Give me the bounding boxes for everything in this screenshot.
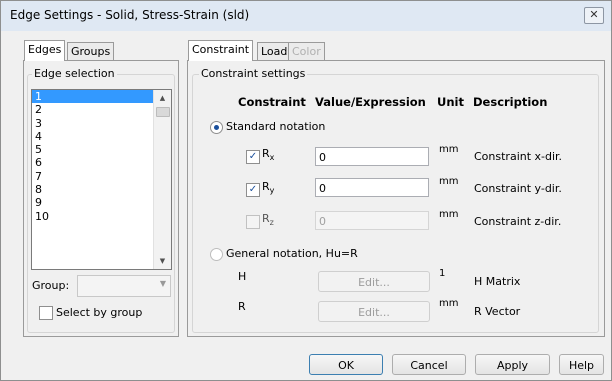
edge-selection-list[interactable]: 1 2 3 4 5 6 7 8 9 10 ▲ ▼	[31, 89, 172, 270]
h-matrix-name: H	[238, 270, 247, 283]
tab-color: Color	[288, 42, 325, 60]
constraint-settings-group	[192, 74, 599, 333]
rz-value-input: 0	[315, 211, 429, 230]
header-constraint: Constraint	[238, 95, 306, 109]
header-description: Description	[473, 95, 548, 109]
list-item[interactable]: 10	[32, 210, 171, 223]
ry-value-input[interactable]: 0	[315, 178, 429, 197]
rz-description: Constraint z-dir.	[474, 215, 562, 228]
close-button[interactable]: ✕	[584, 7, 604, 24]
general-notation-label: General notation, Hu=R	[226, 247, 358, 260]
scroll-down-icon[interactable]: ▼	[154, 253, 171, 269]
ok-button[interactable]: OK	[309, 354, 383, 375]
list-item[interactable]: 7	[32, 170, 171, 183]
tab-load[interactable]: Load	[257, 42, 292, 60]
close-icon: ✕	[589, 8, 599, 21]
list-item[interactable]: 5	[32, 143, 171, 156]
rx-label: Rx	[262, 147, 275, 162]
list-item[interactable]: 3	[32, 117, 171, 130]
h-unit: 1	[439, 268, 446, 279]
vertical-scrollbar[interactable]: ▲ ▼	[153, 90, 171, 269]
list-item[interactable]: 1	[32, 90, 171, 104]
edge-settings-dialog: Edge Settings - Solid, Stress-Strain (sl…	[0, 0, 612, 381]
rx-unit: mm	[439, 144, 459, 155]
help-button[interactable]: Help	[559, 354, 604, 375]
group-label: Group:	[32, 279, 70, 292]
rz-unit: mm	[439, 209, 459, 220]
window-title: Edge Settings - Solid, Stress-Strain (sl…	[10, 8, 250, 22]
chevron-down-icon: ▼	[159, 279, 166, 288]
constraint-settings-legend: Constraint settings	[199, 67, 308, 80]
check-icon: ✓	[248, 151, 258, 162]
scroll-thumb[interactable]	[156, 107, 170, 117]
tab-edges[interactable]: Edges	[24, 40, 66, 61]
h-description: H Matrix	[474, 275, 521, 288]
list-item[interactable]: 4	[32, 130, 171, 143]
rx-description: Constraint x-dir.	[474, 150, 563, 163]
list-item[interactable]: 9	[32, 196, 171, 209]
list-item[interactable]: 6	[32, 156, 171, 169]
rx-value-input[interactable]: 0	[315, 147, 429, 166]
select-by-group-checkbox[interactable]	[39, 306, 53, 320]
ry-label: Ry	[262, 180, 275, 195]
rz-checkbox[interactable]	[246, 215, 260, 229]
tab-groups[interactable]: Groups	[67, 42, 115, 60]
radio-selected-dot	[214, 125, 219, 130]
edge-selection-legend: Edge selection	[32, 67, 117, 80]
cancel-button[interactable]: Cancel	[392, 354, 466, 375]
r-vector-name: R	[238, 300, 246, 313]
header-value: Value/Expression	[315, 95, 426, 109]
ry-unit: mm	[439, 176, 459, 187]
r-description: R Vector	[474, 305, 521, 318]
right-tab-strip: Constraint Load Color	[188, 40, 348, 61]
rx-checkbox[interactable]: ✓	[246, 150, 260, 164]
rz-label: Rz	[262, 212, 274, 227]
scroll-up-icon[interactable]: ▲	[154, 90, 171, 106]
apply-button[interactable]: Apply	[475, 354, 550, 375]
list-item[interactable]: 8	[32, 183, 171, 196]
r-unit: mm	[439, 298, 459, 309]
left-tab-strip: Edges Groups	[24, 40, 174, 61]
standard-notation-label: Standard notation	[226, 120, 326, 133]
list-item[interactable]: 2	[32, 103, 171, 116]
title-bar: Edge Settings - Solid, Stress-Strain (sl…	[1, 1, 611, 31]
standard-notation-radio[interactable]	[210, 121, 223, 134]
general-notation-radio[interactable]	[210, 248, 223, 261]
header-unit: Unit	[437, 95, 464, 109]
group-select[interactable]: ▼	[77, 275, 171, 297]
ry-description: Constraint y-dir.	[474, 182, 562, 195]
r-edit-button: Edit...	[318, 301, 430, 322]
tab-constraint[interactable]: Constraint	[188, 40, 254, 61]
check-icon: ✓	[248, 184, 258, 195]
select-by-group-label: Select by group	[56, 306, 143, 319]
edge-list-items: 1 2 3 4 5 6 7 8 9 10	[32, 90, 171, 223]
ry-checkbox[interactable]: ✓	[246, 183, 260, 197]
h-edit-button: Edit...	[318, 271, 430, 292]
